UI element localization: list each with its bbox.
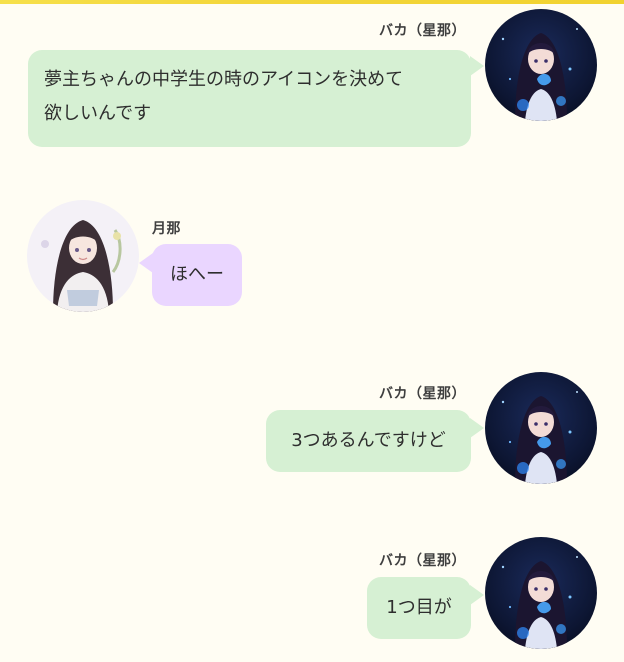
sender-name: バカ（星那） xyxy=(379,386,466,402)
message-line: 3つあるんですけど xyxy=(291,430,446,451)
anime-girl-night-avatar-icon xyxy=(485,9,597,121)
anime-girl-light-avatar-icon xyxy=(27,200,139,312)
anime-girl-night-avatar-icon xyxy=(485,372,597,484)
avatar[interactable] xyxy=(485,9,597,121)
bubble-tail xyxy=(470,585,484,605)
bubble-tail xyxy=(470,418,484,438)
avatar[interactable] xyxy=(27,200,139,312)
message-bubble: 夢主ちゃんの中学生の時のアイコンを決めて 欲しいんです xyxy=(28,50,471,147)
top-accent-bar xyxy=(0,0,624,4)
message-bubble: ほへー xyxy=(152,244,242,306)
message-bubble: 3つあるんですけど xyxy=(266,410,471,472)
message-line: 1つ目が xyxy=(386,597,452,618)
message-bubble: 1つ目が xyxy=(367,577,471,639)
anime-girl-night-avatar-icon xyxy=(485,537,597,649)
message-line: 欲しいんです xyxy=(44,103,152,124)
message-line: ほへー xyxy=(170,264,224,285)
avatar[interactable] xyxy=(485,537,597,649)
bubble-tail xyxy=(139,253,153,273)
bubble-tail xyxy=(470,56,484,76)
avatar[interactable] xyxy=(485,372,597,484)
sender-name: バカ（星那） xyxy=(379,553,466,569)
sender-name: 月那 xyxy=(152,221,181,237)
message-line: 夢主ちゃんの中学生の時のアイコンを決めて xyxy=(44,69,404,90)
sender-name: バカ（星那） xyxy=(379,23,466,39)
